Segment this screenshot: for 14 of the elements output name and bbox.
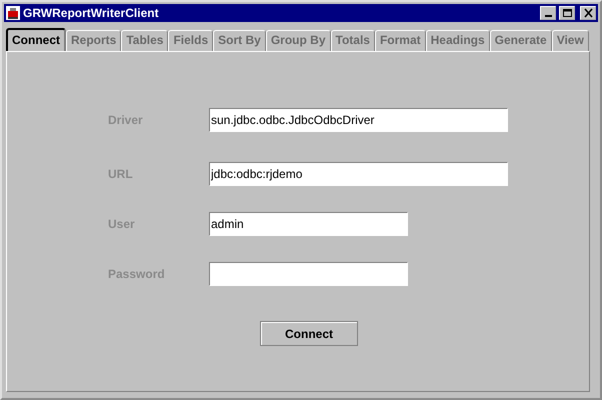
input-field[interactable]: sun.jdbc.odbc.JdbcOdbcDriver [209, 108, 508, 132]
maximize-icon [562, 8, 572, 18]
input-field[interactable]: jdbc:odbc:rjdemo [209, 162, 508, 186]
close-button[interactable] [580, 6, 596, 20]
maximize-button[interactable] [559, 6, 575, 20]
app-icon [6, 6, 20, 20]
minimize-icon [544, 15, 552, 17]
password-field[interactable] [209, 262, 408, 286]
connect-button[interactable]: Connect [260, 321, 358, 346]
tab[interactable]: Connect [6, 28, 66, 51]
input-field[interactable]: admin [209, 212, 408, 236]
close-icon [582, 8, 594, 18]
window-title: GRWReportWriterClient [23, 5, 160, 22]
minimize-button[interactable] [540, 6, 556, 20]
